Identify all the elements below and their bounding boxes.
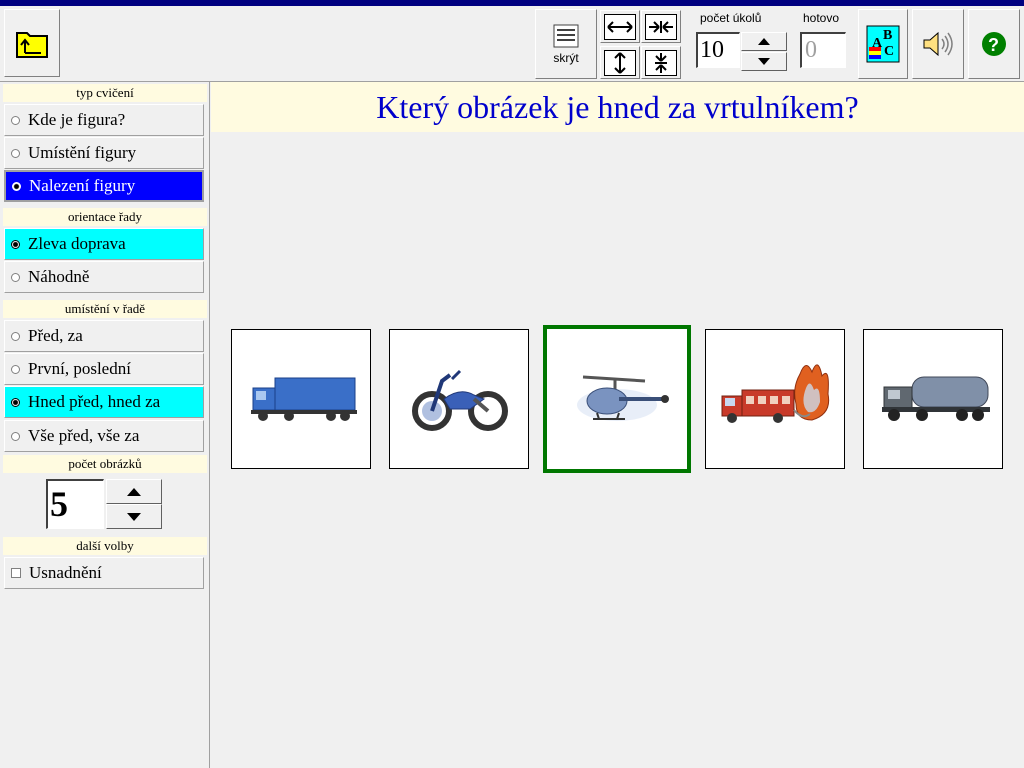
panel-icon	[553, 24, 579, 47]
sound-button[interactable]	[912, 9, 964, 79]
tank-truck-icon	[882, 376, 990, 421]
triangle-down-icon	[127, 512, 141, 521]
option-finding-figure[interactable]: Nalezení figury	[4, 170, 204, 202]
section-row-orientation: orientace řady	[3, 208, 207, 226]
arrows-outward-horizontal-icon	[607, 20, 633, 33]
radio-icon	[11, 115, 20, 125]
help-button[interactable]: ?	[968, 9, 1020, 79]
section-more-options: další volby	[3, 537, 207, 555]
option-where-is-figure[interactable]: Kde je figura?	[4, 104, 204, 136]
option-label: Zleva doprava	[28, 234, 126, 253]
option-label: Usnadnění	[29, 563, 102, 582]
radio-icon	[11, 431, 20, 441]
narrow-button[interactable]	[641, 10, 681, 43]
triangle-down-icon	[758, 58, 770, 65]
radio-selected-icon	[12, 181, 21, 191]
option-random[interactable]: Náhodně	[4, 261, 204, 293]
card-motorcycle[interactable]	[389, 329, 529, 469]
card-fire-truck[interactable]	[705, 329, 845, 469]
section-picture-count: počet obrázků	[3, 455, 207, 473]
option-label: Kde je figura?	[28, 110, 126, 129]
picture-count-down-button[interactable]	[106, 504, 162, 529]
option-first-last[interactable]: První, poslední	[4, 353, 204, 385]
option-label: Vše před, vše za	[28, 426, 140, 445]
sidebar: typ cvičení Kde je figura? Umístění figu…	[0, 82, 210, 768]
task-count-up-button[interactable]	[741, 32, 787, 51]
hide-label: skrýt	[553, 50, 579, 65]
question-text: Který obrázek je hned za vrtulníkem?	[376, 88, 859, 125]
radio-icon	[11, 272, 20, 282]
radio-icon	[11, 364, 20, 374]
task-count-label: počet úkolů	[700, 11, 762, 25]
section-row-position: umístění v řadě	[3, 300, 207, 318]
triangle-up-icon	[127, 487, 141, 496]
card-truck[interactable]	[231, 329, 371, 469]
widen-button[interactable]	[600, 10, 640, 43]
abc-icon: A B C	[866, 25, 900, 63]
back-button[interactable]	[4, 9, 60, 77]
svg-text:C: C	[884, 44, 894, 59]
radio-icon	[11, 148, 20, 158]
toolbar: skrýt počet úkolů 10 hotovo 0 A B C ?	[0, 6, 1024, 82]
checkbox-icon	[11, 568, 21, 578]
picture-count-up-button[interactable]	[106, 479, 162, 504]
radio-selected-icon	[11, 397, 20, 407]
heighten-button[interactable]	[600, 46, 640, 79]
option-label: Náhodně	[28, 267, 90, 286]
motorcycle-icon	[412, 369, 508, 431]
radio-selected-icon	[11, 239, 20, 249]
arrows-inward-vertical-icon	[655, 52, 667, 73]
option-label: Nalezení figury	[29, 176, 136, 195]
shorten-button[interactable]	[641, 46, 681, 79]
helicopter-icon	[577, 375, 669, 421]
picture-count-field[interactable]: 5	[46, 479, 104, 529]
fire-truck-icon	[721, 364, 830, 423]
main-area: Který obrázek je hned za vrtulníkem?	[211, 82, 1024, 768]
option-label: Hned před, hned za	[28, 392, 161, 411]
question-bar: Který obrázek je hned za vrtulníkem?	[211, 82, 1024, 132]
option-figure-placement[interactable]: Umístění figury	[4, 137, 204, 169]
done-label: hotovo	[803, 11, 840, 25]
triangle-up-icon	[758, 38, 770, 45]
arrows-inward-horizontal-icon	[649, 20, 673, 33]
option-easier[interactable]: Usnadnění	[4, 557, 204, 589]
card-tank-truck[interactable]	[863, 329, 1003, 469]
option-right-before-after[interactable]: Hned před, hned za	[4, 386, 204, 418]
option-left-to-right[interactable]: Zleva doprava	[4, 228, 204, 260]
speaker-icon	[923, 31, 953, 57]
svg-text:?: ?	[988, 35, 999, 55]
folder-up-icon	[16, 32, 48, 58]
truck-icon	[251, 377, 357, 421]
svg-text:B: B	[883, 28, 892, 43]
task-count-field[interactable]: 10	[696, 32, 740, 68]
section-exercise-type: typ cvičení	[3, 84, 207, 102]
option-label: Před, za	[28, 326, 83, 345]
arrows-outward-vertical-icon	[614, 51, 626, 74]
radio-icon	[11, 331, 20, 341]
option-label: Umístění figury	[28, 143, 137, 162]
help-icon: ?	[982, 32, 1006, 56]
card-helicopter[interactable]	[543, 325, 691, 473]
hide-button[interactable]: skrýt	[535, 9, 597, 79]
option-all-before-after[interactable]: Vše před, vše za	[4, 420, 204, 452]
option-before-after[interactable]: Před, za	[4, 320, 204, 352]
abc-button[interactable]: A B C	[858, 9, 908, 79]
task-count-down-button[interactable]	[741, 52, 787, 71]
option-label: První, poslední	[28, 359, 131, 378]
done-field: 0	[800, 32, 846, 68]
svg-text:A: A	[872, 36, 883, 51]
